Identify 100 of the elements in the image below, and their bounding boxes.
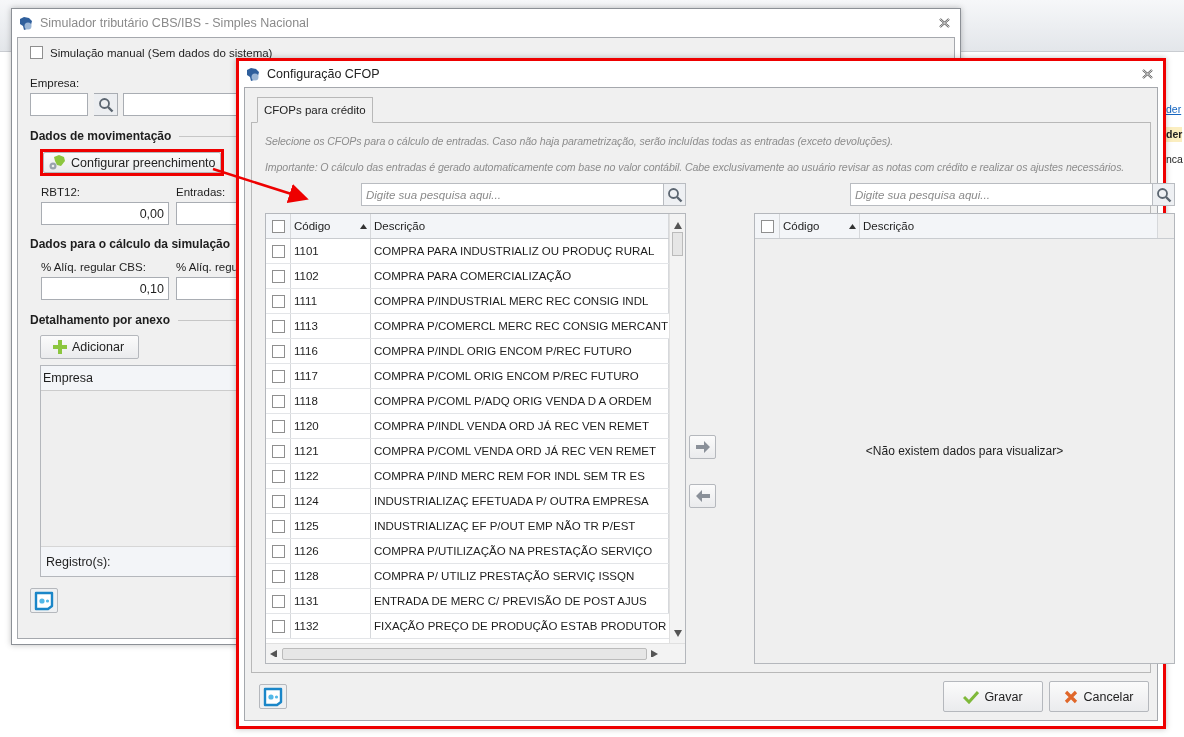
text-fragment: nca — [1166, 152, 1183, 167]
add-button[interactable]: Adicionar — [40, 335, 139, 359]
help-button[interactable] — [259, 684, 287, 709]
map-logo-icon — [245, 66, 261, 82]
row-checkbox[interactable] — [271, 244, 285, 258]
add-selected-button[interactable] — [689, 435, 716, 459]
row-checkbox[interactable] — [271, 619, 285, 633]
close-icon[interactable] — [1142, 69, 1153, 79]
plus-icon — [53, 340, 67, 354]
tab[interactable]: CFOPs para crédito — [257, 97, 373, 123]
configure-button[interactable]: Configurar preenchimento — [43, 152, 221, 173]
column-header[interactable]: Código — [783, 220, 845, 232]
row-checkbox[interactable] — [271, 294, 285, 308]
checkbox[interactable] — [30, 46, 43, 59]
scroll-up-icon[interactable] — [673, 222, 682, 229]
link[interactable]: der — [1166, 102, 1182, 117]
row-checkbox[interactable] — [271, 394, 285, 408]
row-checkbox[interactable] — [271, 519, 285, 533]
table-cell: COMPRA P/COML VENDA ORD JÁ REC VEN REMET — [374, 445, 656, 457]
column-header[interactable]: Descrição — [863, 220, 915, 232]
search-field[interactable]: Digite sua pesquisa aqui... — [850, 183, 1153, 206]
table-cell: COMPRA P/ UTILIZ PRESTAÇÃO SERVIÇ ISSQN — [374, 570, 635, 582]
row-checkbox[interactable] — [271, 494, 285, 508]
sort-ascending-icon — [360, 223, 367, 229]
info-text: Selecione os CFOPs para o cálculo de entradas. Caso não haja parametrização, serão incluídas todas as entradas (exceto devoluções). — [265, 135, 895, 147]
sort-ascending-icon — [849, 223, 856, 229]
vertical-scrollbar[interactable] — [669, 214, 685, 643]
row-checkbox[interactable] — [271, 319, 285, 333]
table-cell: 1131 — [294, 595, 319, 607]
cancel-button[interactable]: Cancelar — [1049, 681, 1149, 712]
row-checkbox[interactable] — [271, 469, 285, 483]
table-cell: 1102 — [294, 270, 319, 282]
map-gear-icon — [48, 154, 66, 171]
search-icon — [1155, 186, 1172, 203]
scroll-left-icon[interactable] — [270, 650, 278, 657]
scroll-thumb[interactable] — [672, 232, 683, 256]
section-title: Dados para o cálculo da simulação — [30, 237, 231, 251]
help-button[interactable] — [30, 588, 58, 613]
empty-message: <Não existem dados para visualizar> — [865, 444, 1064, 458]
row-checkbox[interactable] — [271, 344, 285, 358]
table-cell: COMPRA P/INDL ORIG ENCOM P/REC FUTURO — [374, 345, 632, 357]
table-cell: 1120 — [294, 420, 319, 432]
remove-selected-button[interactable] — [689, 484, 716, 508]
check-icon — [963, 689, 980, 704]
scroll-right-icon[interactable] — [651, 650, 659, 657]
select-all-checkbox[interactable] — [271, 219, 285, 233]
table-cell: COMPRA PARA COMERCIALIZAÇÃO — [374, 270, 572, 282]
cbs-rate-field[interactable]: 0,10 — [41, 277, 169, 300]
horizontal-scrollbar[interactable] — [266, 643, 685, 663]
info-text: Importante: O cálculo das entradas é gerado automaticamente com base no valor contábil. Cabe exclusivamente ao usuário revisar as notas com crédito e realizar os ajustes necessários. — [265, 161, 1126, 173]
table-cell: 1101 — [294, 245, 319, 257]
row-checkbox[interactable] — [271, 269, 285, 283]
search-button[interactable] — [664, 183, 686, 206]
window-title: Simulador tributário CBS/IBS - Simples Nacional — [40, 16, 310, 30]
search-field[interactable]: Digite sua pesquisa aqui... — [361, 183, 664, 206]
table-cell: 1118 — [294, 395, 318, 407]
text-fragment: der — [1166, 127, 1183, 142]
scroll-down-icon[interactable] — [673, 630, 682, 637]
chat-icon — [262, 686, 284, 707]
rbt12-field[interactable]: 0,00 — [41, 202, 169, 225]
table-cell: 1117 — [294, 370, 318, 382]
column-header[interactable]: Código — [294, 220, 356, 232]
row-checkbox[interactable] — [271, 594, 285, 608]
table-cell: 1125 — [294, 520, 319, 532]
table-cell: 1121 — [294, 445, 319, 457]
scroll-thumb[interactable] — [282, 647, 647, 660]
row-checkbox[interactable] — [271, 569, 285, 583]
search-icon — [97, 96, 114, 113]
table-cell: COMPRA P/IND MERC REM FOR INDL SEM TR ES — [374, 470, 645, 482]
arrow-left-icon — [694, 490, 711, 502]
table-cell: 1126 — [294, 545, 319, 557]
select-all-checkbox[interactable] — [760, 219, 774, 233]
table-cell: 1128 — [294, 570, 319, 582]
company-code-field[interactable] — [30, 93, 88, 116]
table-cell: ENTRADA DE MERC C/ PREVISÃO DE POST AJUS — [374, 595, 647, 607]
row-checkbox[interactable] — [271, 444, 285, 458]
table-cell: COMPRA P/UTILIZAÇÃO NA PRESTAÇÃO SERVIÇO — [374, 545, 653, 557]
table-cell: INDUSTRIALIZAÇ EFETUADA P/ OUTRA EMPRESA — [374, 495, 649, 507]
table-cell: COMPRA P/COML ORIG ENCOM P/REC FUTURO — [374, 370, 639, 382]
map-logo-icon — [18, 15, 34, 31]
section-title: Dados de movimentação — [30, 129, 172, 143]
close-icon[interactable] — [939, 18, 950, 28]
table-cell: COMPRA P/INDUSTRIAL MERC REC CONSIG INDL — [374, 295, 649, 307]
table-cell: FIXAÇÃO PREÇO DE PRODUÇÃO ESTAB PRODUTOR — [374, 620, 667, 632]
record-count: Registro(s): — [46, 554, 111, 569]
table-cell: COMPRA P/COML P/ADQ ORIG VENDA D A ORDEM — [374, 395, 652, 407]
save-button[interactable]: Gravar — [943, 681, 1043, 712]
row-checkbox[interactable] — [271, 369, 285, 383]
table-cell: INDUSTRIALIZAÇ EF P/OUT EMP NÃO TR P/EST — [374, 520, 636, 532]
chat-icon — [33, 590, 55, 611]
search-button[interactable] — [1153, 183, 1175, 206]
search-button[interactable] — [94, 93, 118, 116]
column-header: Empresa — [43, 371, 94, 385]
column-header[interactable]: Descrição — [374, 220, 426, 232]
row-checkbox[interactable] — [271, 419, 285, 433]
table-cell: 1111 — [294, 295, 318, 307]
table-cell: 1132 — [294, 620, 319, 632]
row-checkbox[interactable] — [271, 544, 285, 558]
table-cell: 1116 — [294, 345, 318, 357]
table-cell: 1124 — [294, 495, 319, 507]
